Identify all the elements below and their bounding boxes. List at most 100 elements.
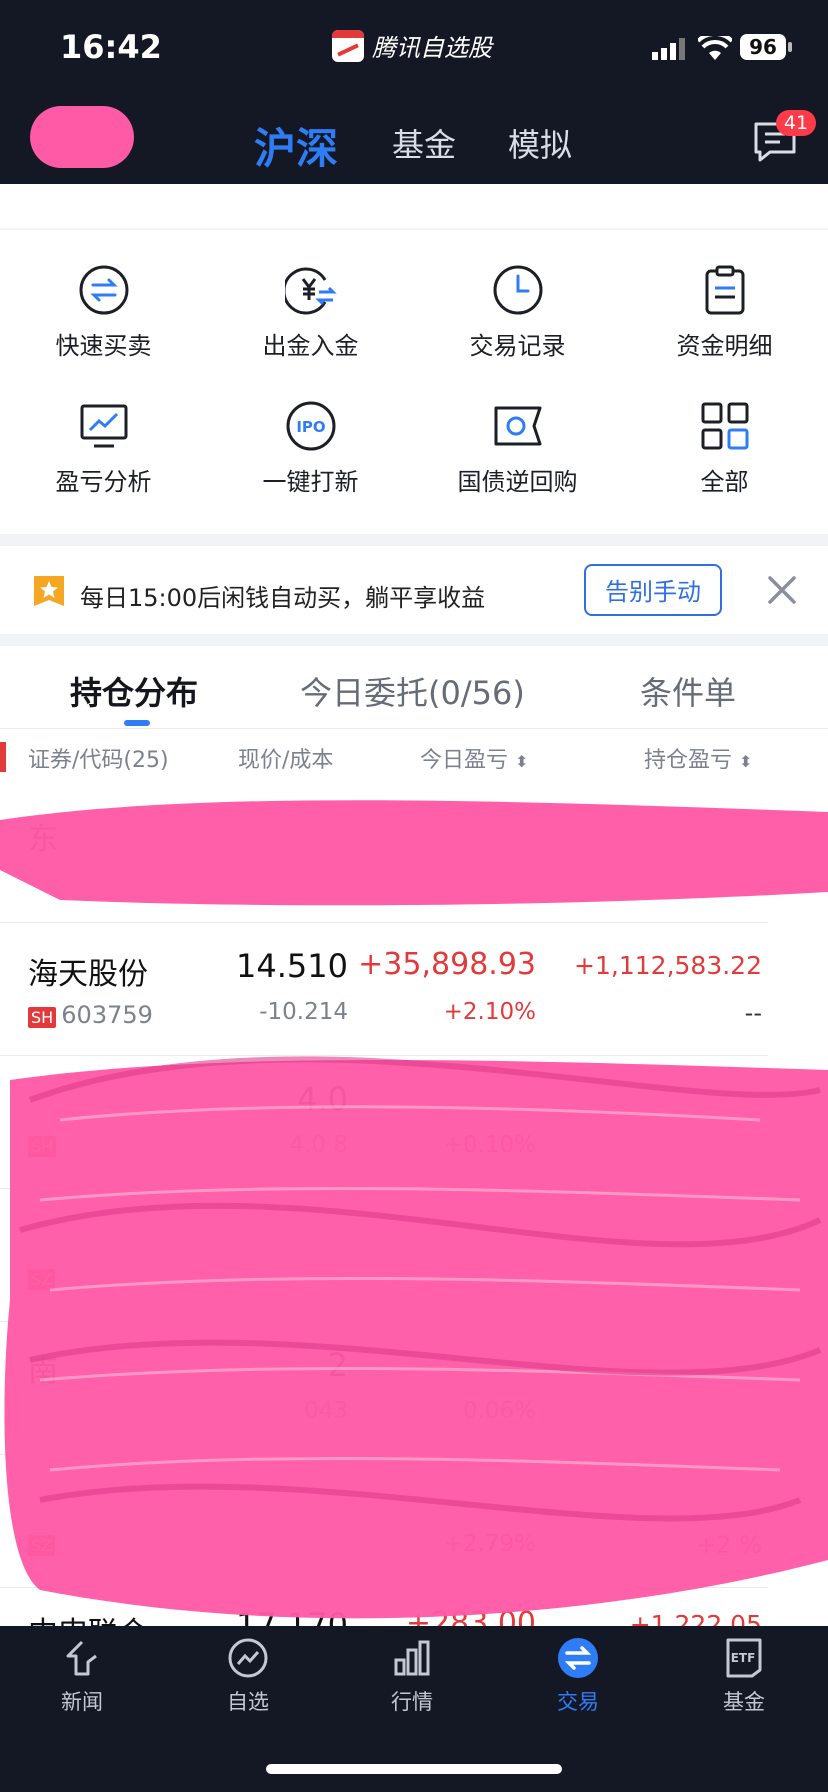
divider [0, 728, 828, 729]
tab-today-orders[interactable]: 今日委托(0/56) [300, 668, 525, 714]
table-row[interactable]: 海天股份 SH 603759 14.510 -10.214 +35,898.93… [0, 923, 828, 1055]
app-name-text: 腾讯自选股 [372, 34, 492, 62]
sort-icon: ⬍ [739, 752, 753, 771]
tab-positions[interactable]: 持仓分布 [70, 668, 198, 714]
current-price: 4.0 [297, 1080, 348, 1118]
today-pnl-pct: +0.10% [443, 1132, 536, 1158]
cost-price: 4.0 8 [289, 1132, 348, 1158]
active-tab-indicator [124, 720, 150, 726]
scrolled-summary-strip [0, 184, 828, 228]
nav-label: 交易 [557, 1690, 599, 1714]
tab-fund[interactable]: 基金 [392, 120, 456, 166]
table-row[interactable]: SZ +2.79% +2 % [0, 1455, 828, 1587]
column-position-pnl-label: 持仓盈亏 [644, 748, 733, 773]
battery-icon: 96 [740, 34, 786, 60]
nav-label: 行情 [391, 1690, 433, 1714]
grid-icon [701, 402, 748, 450]
quick-action-label: 快速买卖 [55, 332, 152, 360]
quick-action-all[interactable]: 全部 [621, 400, 828, 497]
nav-news[interactable]: 新闻 [32, 1636, 132, 1716]
market-tag: SH [28, 1007, 57, 1028]
svg-text:ETF: ETF [731, 1651, 756, 1665]
position-pnl-pct: +2 % [696, 1531, 762, 1559]
signal-icon [652, 38, 685, 60]
nav-label: 自选 [227, 1690, 269, 1714]
quick-action-fund-detail[interactable]: 资金明细 [621, 264, 828, 361]
position-pnl: +1,112,583.22 [574, 951, 762, 980]
market-tag: SH [28, 1136, 57, 1157]
news-icon [66, 1640, 97, 1676]
position-pnl: +1,222.05 [629, 1610, 762, 1626]
stock-name: 东 [28, 822, 58, 857]
quick-action-fast-trade[interactable]: 快速买卖 [0, 264, 207, 361]
table-row[interactable]: SZ [0, 1189, 828, 1321]
nav-market[interactable]: 行情 [362, 1636, 462, 1716]
status-app-name: 腾讯自选股 [332, 28, 492, 63]
market-icon [394, 1640, 430, 1676]
section-gap [0, 534, 828, 546]
table-row[interactable]: 南 2 043 0.06% [0, 1322, 828, 1454]
table-row[interactable]: SH 4.0 4.0 8 +0.10% [0, 1056, 828, 1188]
quick-action-label: 出金入金 [262, 332, 359, 360]
position-marker [0, 742, 6, 772]
quick-action-label: 全部 [700, 468, 749, 496]
swap-icon [79, 265, 128, 315]
nav-label: 基金 [723, 1690, 765, 1714]
quick-actions: 快速买卖 出金入金 交易记录 资金明细 盈亏分析 IPO 一键打新 国债逆回购 … [0, 230, 828, 534]
tab-hushen[interactable]: 沪深 [254, 115, 338, 176]
wifi-icon [698, 36, 732, 60]
monitor-chart-icon [80, 404, 127, 448]
yuan-transfer-icon [284, 267, 337, 315]
message-badge: 41 [776, 110, 816, 136]
status-bar: 16:42 腾讯自选股 96 [0, 0, 828, 96]
table-row[interactable]: 东 [0, 790, 828, 922]
quick-action-label: 国债逆回购 [457, 468, 578, 496]
nav-fund[interactable]: ETF 基金 [694, 1636, 794, 1716]
column-price-cost: 现价/成本 [238, 748, 334, 773]
column-position-pnl[interactable]: 持仓盈亏 ⬍ [644, 742, 752, 774]
market-tag: SZ [28, 1535, 56, 1556]
banner-text: 每日15:00后闲钱自动买，躺平享收益 [80, 584, 486, 612]
close-icon[interactable] [764, 572, 800, 608]
quick-action-ipo[interactable]: IPO 一键打新 [207, 400, 414, 497]
quick-action-label: 交易记录 [469, 332, 566, 360]
table-row[interactable]: 中申联合 17.170 +283.00 +1,222.05 [0, 1588, 828, 1626]
stock-name: 南 [28, 1354, 58, 1389]
ipo-icon: IPO [286, 401, 335, 451]
avatar[interactable] [30, 106, 134, 168]
app-logo-icon [332, 29, 364, 62]
position-pnl-pct: -- [744, 999, 762, 1027]
clipboard-icon [705, 265, 744, 315]
quick-action-label: 资金明细 [676, 332, 773, 360]
quick-action-reverse-repo[interactable]: 国债逆回购 [414, 400, 621, 497]
current-price: 14.510 [236, 947, 348, 985]
trade-icon [558, 1638, 598, 1678]
cost-price: 043 [304, 1398, 348, 1424]
today-pnl: +283.00 [405, 1606, 536, 1626]
quick-action-history[interactable]: 交易记录 [414, 264, 621, 361]
today-pnl-pct: +2.10% [443, 999, 536, 1025]
stock-name: 海天股份 [28, 957, 148, 992]
quick-action-pnl-analysis[interactable]: 盈亏分析 [0, 400, 207, 497]
current-price: 2 [327, 1346, 348, 1384]
stock-code: 603759 [61, 1001, 153, 1029]
cost-price: -10.214 [259, 999, 348, 1025]
clock-icon [493, 265, 542, 315]
tab-simulate[interactable]: 模拟 [508, 120, 572, 166]
column-security: 证券/代码(25) [28, 748, 169, 773]
watchlist-icon [228, 1638, 268, 1678]
nav-trade[interactable]: 交易 [528, 1636, 628, 1716]
ticket-icon [494, 406, 541, 446]
today-pnl-pct: 0.06% [462, 1398, 536, 1424]
stock-code-line: SH 603759 [28, 1001, 153, 1029]
quick-action-label: 一键打新 [262, 468, 359, 496]
quick-action-deposit[interactable]: 出金入金 [207, 264, 414, 361]
column-today-pnl[interactable]: 今日盈亏 ⬍ [420, 742, 528, 774]
banner-action-button[interactable]: 告别手动 [584, 564, 722, 616]
nav-watchlist[interactable]: 自选 [198, 1636, 298, 1716]
tab-conditional-orders[interactable]: 条件单 [640, 668, 736, 714]
column-today-pnl-label: 今日盈亏 [420, 748, 509, 773]
star-badge-icon [34, 576, 64, 606]
home-indicator [266, 1764, 562, 1774]
section-gap [0, 634, 828, 646]
